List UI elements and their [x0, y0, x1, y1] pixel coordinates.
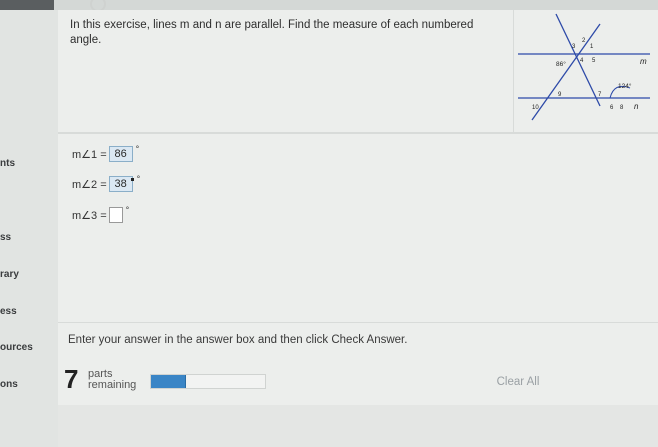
answer-label-3: m∠3 = — [72, 209, 107, 222]
angle-label-5: 5 — [592, 58, 596, 64]
answer-label-1: m∠1 = — [72, 148, 107, 161]
answer-label-2: m∠2 = — [72, 178, 107, 191]
angle-label-10: 10 — [532, 105, 539, 111]
sidebar-item-1[interactable]: nts — [0, 158, 15, 169]
instructions-text: Enter your answer in the answer box and … — [68, 334, 408, 346]
answer-input-3[interactable] — [108, 207, 123, 223]
degree-symbol-3: ° — [125, 205, 130, 215]
clear-all-button[interactable]: Clear All — [468, 372, 568, 390]
main-panel: In this exercise, lines m and n are para… — [58, 10, 658, 447]
angle-label-3: 3 — [572, 44, 576, 50]
angle-label-1: 1 — [590, 44, 594, 50]
angle-label-2: 2 — [582, 38, 586, 44]
answer-row-2: m∠2 = 38 ° — [72, 174, 141, 192]
question-prompt: In this exercise, lines m and n are para… — [70, 19, 474, 46]
degree-symbol-2: ° — [136, 174, 141, 184]
answer-row-3: m∠3 = ° — [72, 205, 130, 223]
sidebar-item-4[interactable]: ess — [0, 306, 17, 317]
answer-input-1[interactable]: 86 — [108, 146, 133, 162]
progress-bar-fill — [151, 375, 187, 388]
footer-divider — [58, 322, 658, 323]
line-label-n: n — [634, 102, 639, 111]
angle-label-4: 4 — [580, 58, 584, 64]
figure-panel: 3 1 2 4 5 6 7 8 9 10 86° 124° m n — [514, 10, 658, 133]
progress-bar — [150, 374, 266, 389]
transversal-2 — [531, 23, 601, 121]
sidebar-item-3[interactable]: rary — [0, 269, 19, 280]
parts-label-line-2: remaining — [88, 379, 137, 391]
answer-input-2[interactable]: 38 — [108, 176, 133, 192]
parallel-lines-figure: 3 1 2 4 5 6 7 8 9 10 86° 124° m n — [518, 13, 650, 121]
sidebar-item-2[interactable]: ss — [0, 232, 11, 243]
sidebar: nts ss rary ess ources ons — [0, 10, 58, 447]
given-angle-86: 86° — [556, 60, 566, 68]
angle-label-9: 9 — [558, 92, 562, 98]
answers-area: m∠1 = 86 ° m∠2 = 38 ° m∠3 = ° — [58, 133, 658, 324]
angle-label-6: 6 — [610, 105, 614, 111]
angle-label-8: 8 — [620, 105, 624, 111]
given-angle-124: 124° — [618, 82, 632, 90]
parts-remaining-count: 7 — [64, 364, 79, 394]
sidebar-item-5[interactable]: ources — [0, 342, 33, 353]
parts-remaining-label: parts remaining — [88, 369, 136, 391]
degree-symbol-1: ° — [135, 144, 140, 154]
bottom-area — [58, 405, 658, 447]
line-label-m: m — [640, 57, 647, 66]
answer-row-1: m∠1 = 86 ° — [72, 144, 140, 162]
mouse-cursor-icon — [130, 177, 134, 181]
top-bar-dark-segment — [0, 0, 54, 10]
top-bar — [0, 0, 658, 12]
question-box: In this exercise, lines m and n are para… — [58, 10, 514, 133]
angle-label-7: 7 — [598, 92, 602, 98]
sidebar-item-6[interactable]: ons — [0, 379, 18, 390]
